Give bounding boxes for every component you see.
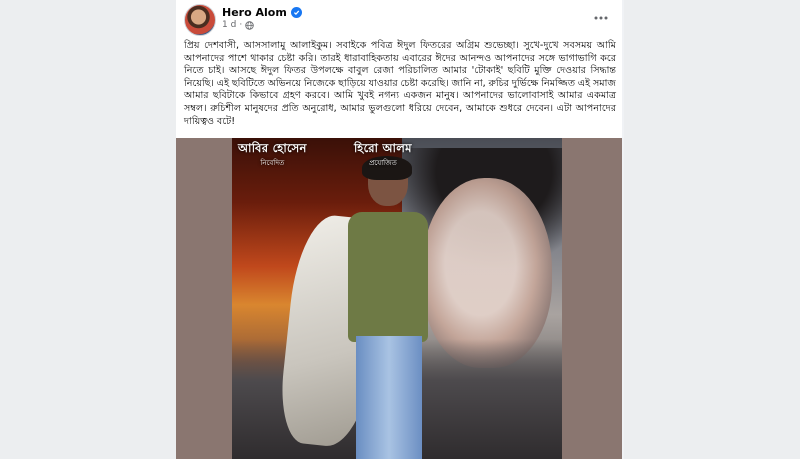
poster-credit-right: হিরো আলম প্রযোজিত xyxy=(354,141,412,167)
post-header: Hero Alom 1 d · xyxy=(184,4,614,36)
globe-icon xyxy=(245,20,254,30)
post-text: প্রিয় দেশবাসী, আসসালামু আলাইকুম। সবাইকে… xyxy=(184,40,616,127)
right-gutter xyxy=(624,0,800,459)
poster-hero-figure xyxy=(276,156,448,459)
poster-credit-left: আবির হোসেন নিবেদিত xyxy=(238,141,307,167)
post-time[interactable]: 1 d xyxy=(222,20,236,30)
facebook-post-card: Hero Alom 1 d · প্রিয় দেশবাসী, আসসালামু… xyxy=(176,0,622,459)
author-name[interactable]: Hero Alom xyxy=(222,6,287,19)
meta-separator: · xyxy=(239,20,243,30)
more-options-icon xyxy=(594,16,608,20)
verified-badge-icon xyxy=(290,7,302,18)
author-avatar[interactable] xyxy=(184,4,216,36)
author-name-row: Hero Alom xyxy=(222,6,302,19)
movie-poster: আবির হোসেন নিবেদিত হিরো আলম প্রযোজিত xyxy=(232,138,562,459)
left-gutter xyxy=(0,0,176,459)
more-options-button[interactable] xyxy=(590,8,612,28)
post-meta: 1 d · xyxy=(222,20,254,30)
post-image[interactable]: আবির হোসেন নিবেদিত হিরো আলম প্রযোজিত xyxy=(176,138,622,459)
